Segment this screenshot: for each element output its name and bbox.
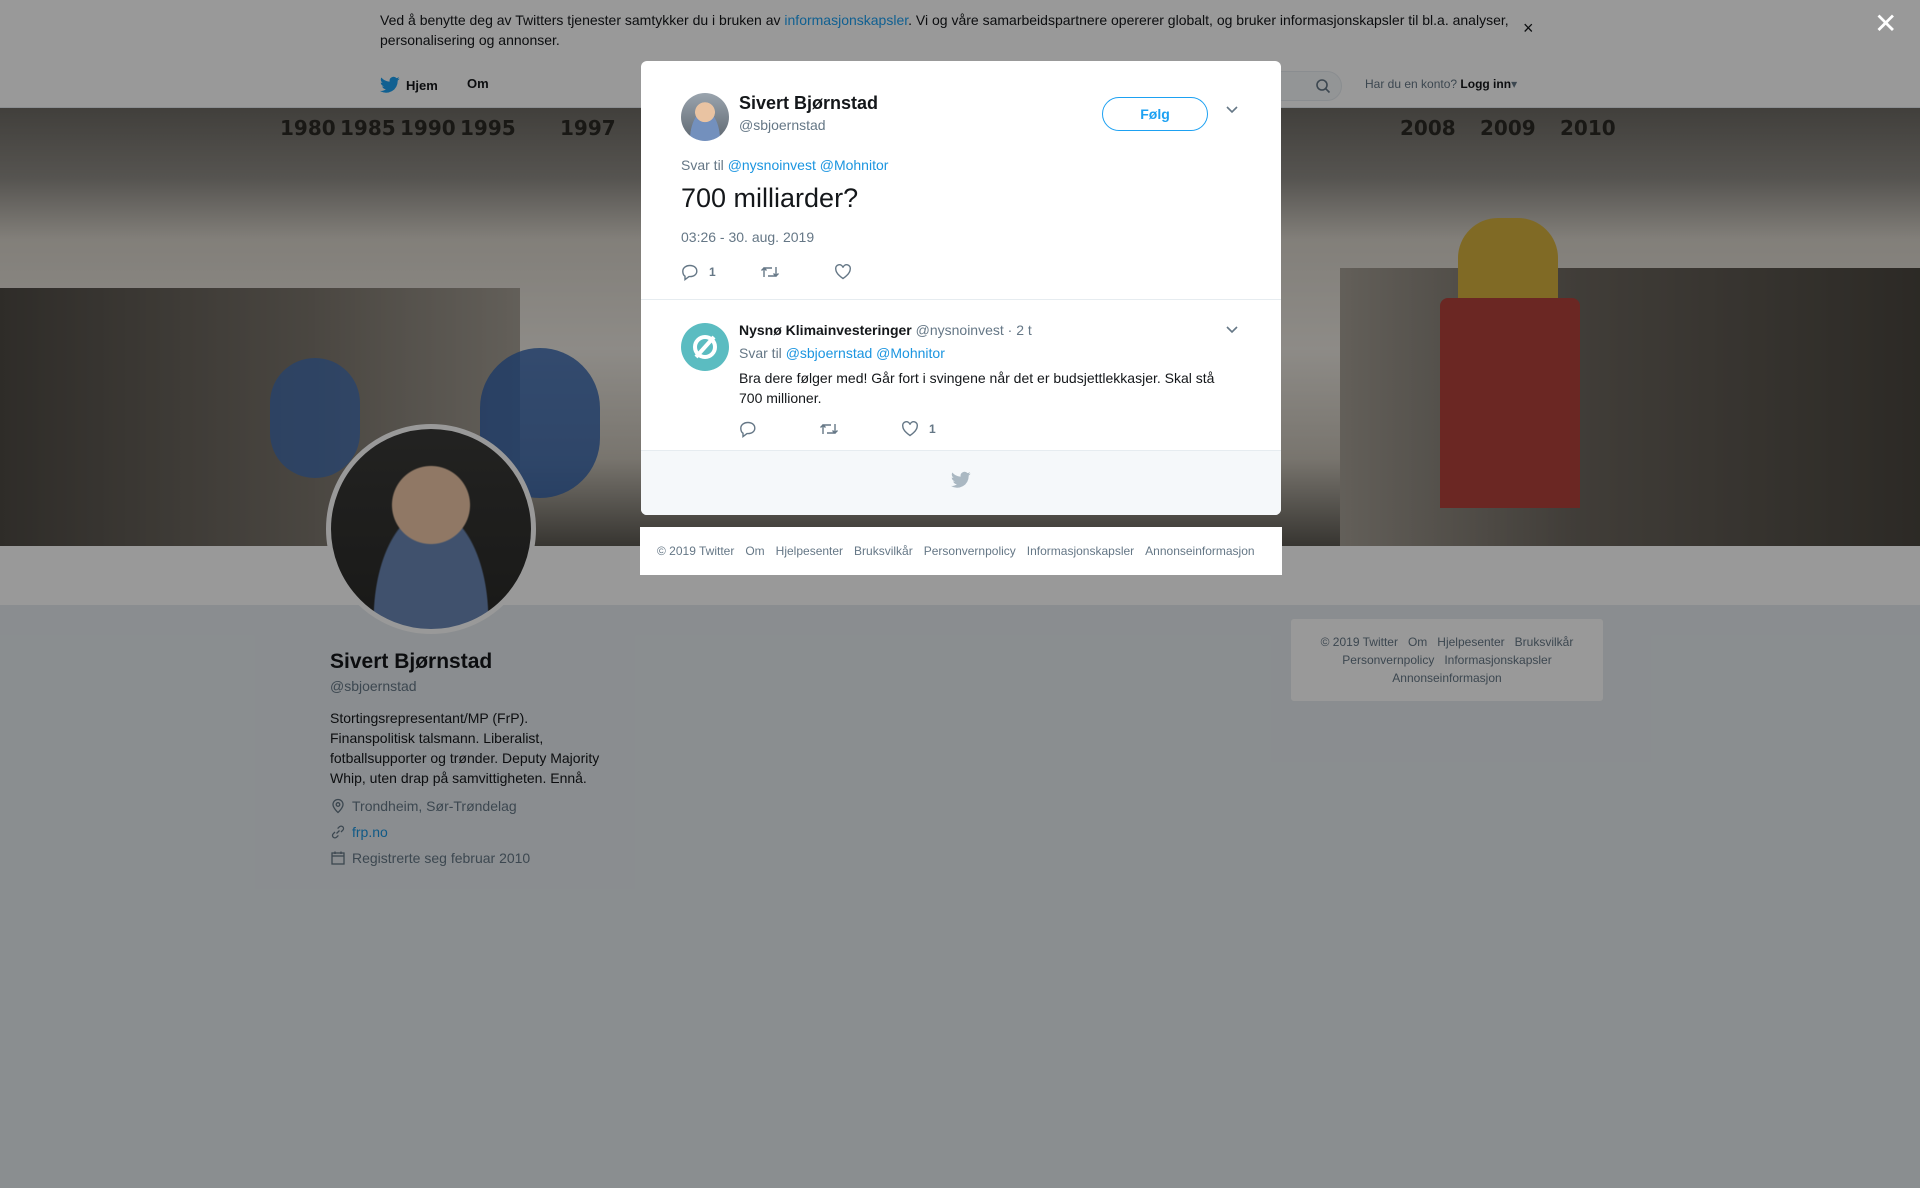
retweet-icon bbox=[760, 267, 779, 277]
reply-time[interactable]: · 2 t bbox=[1008, 322, 1032, 338]
tweet-text: 700 milliarder? bbox=[681, 183, 859, 213]
reply-author-name[interactable]: Nysnø Klimainvesteringer bbox=[739, 322, 912, 338]
close-modal-button[interactable]: ✕ bbox=[1874, 10, 1897, 38]
nysno-logo-icon bbox=[693, 335, 717, 359]
chevron-down-icon[interactable] bbox=[1225, 105, 1239, 115]
reply-button[interactable]: 1 bbox=[681, 263, 716, 281]
tweet-author-avatar[interactable] bbox=[681, 93, 729, 141]
reply-icon bbox=[740, 421, 756, 438]
reply-button[interactable] bbox=[739, 420, 767, 438]
mention-link[interactable]: @Mohnitor bbox=[876, 345, 945, 361]
chevron-down-icon[interactable] bbox=[1225, 325, 1239, 335]
retweet-button[interactable] bbox=[819, 421, 849, 437]
footer-link-about[interactable]: Om bbox=[745, 544, 764, 558]
twitter-bird-icon bbox=[951, 471, 971, 488]
tweet-timestamp[interactable]: 03:26 - 30. aug. 2019 bbox=[681, 229, 814, 245]
like-button[interactable] bbox=[834, 264, 862, 280]
tweet-modal: Sivert Bjørnstad @sbjoernstad Følg Svar … bbox=[641, 61, 1281, 515]
footer-link-privacy[interactable]: Personvernpolicy bbox=[924, 544, 1016, 558]
tweet-reply-context: Svar til @nysnoinvest @Mohnitor bbox=[681, 157, 889, 173]
reply-text: Bra dere følger med! Går fort i svingene… bbox=[739, 370, 1215, 406]
footer-link-ads[interactable]: Annonseinformasjon bbox=[1145, 544, 1254, 558]
like-count: 1 bbox=[929, 422, 936, 436]
footer-link-help[interactable]: Hjelpesenter bbox=[776, 544, 843, 558]
reply-author-handle[interactable]: @nysnoinvest bbox=[916, 322, 1004, 338]
divider bbox=[641, 299, 1281, 300]
reply-header: Nysnø Klimainvesteringer @nysnoinvest · … bbox=[739, 322, 1032, 338]
mention-link[interactable]: @sbjoernstad bbox=[786, 345, 873, 361]
follow-button[interactable]: Følg bbox=[1102, 97, 1208, 131]
reply-actions: 1 bbox=[739, 420, 988, 438]
heart-icon bbox=[902, 421, 918, 437]
retweet-button[interactable] bbox=[760, 264, 790, 280]
footer-link-cookies[interactable]: Informasjonskapsler bbox=[1027, 544, 1134, 558]
tweet-author-handle[interactable]: @sbjoernstad bbox=[739, 117, 826, 133]
mention-link[interactable]: @nysnoinvest bbox=[728, 157, 816, 173]
tweet-actions: 1 bbox=[681, 263, 906, 281]
tweet-author-name[interactable]: Sivert Bjørnstad bbox=[739, 93, 878, 114]
mention-link[interactable]: @Mohnitor bbox=[820, 157, 889, 173]
reply-icon bbox=[682, 264, 698, 281]
footer-link-terms[interactable]: Bruksvilkår bbox=[854, 544, 913, 558]
footer-copyright: © 2019 Twitter bbox=[657, 544, 735, 558]
reply-author-avatar[interactable] bbox=[681, 323, 729, 371]
like-button[interactable]: 1 bbox=[901, 421, 936, 437]
reply-context: Svar til @sbjoernstad @Mohnitor bbox=[739, 345, 945, 361]
retweet-icon bbox=[820, 424, 838, 434]
modal-footer bbox=[641, 450, 1281, 515]
reply-count: 1 bbox=[709, 265, 716, 279]
modal-footer-links: © 2019 Twitter Om Hjelpesenter Bruksvilk… bbox=[640, 527, 1282, 575]
heart-icon bbox=[834, 264, 851, 280]
